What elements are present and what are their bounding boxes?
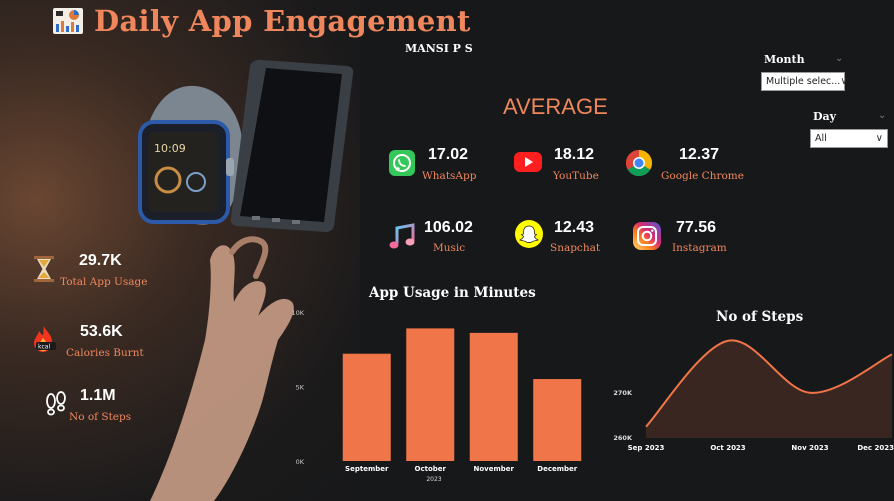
steps-area-chart: 260K 270K Sep 2023 Oct 2023 Nov 2023 Dec 2023	[613, 339, 894, 452]
hourglass-icon	[34, 256, 54, 282]
day-slicer-collapse-icon[interactable]: ⌄	[878, 110, 886, 121]
month-slicer-collapse-icon[interactable]: ⌄	[835, 53, 843, 64]
youtube-label: YouTube	[553, 170, 599, 182]
dashboard-icon	[53, 8, 83, 34]
x-tick-label: Nov 2023	[791, 444, 828, 452]
snapchat-label: Snapchat	[550, 242, 601, 254]
total-app-usage-label: Total App Usage	[60, 276, 148, 288]
y-tick-label: 260K	[613, 434, 633, 442]
chrome-average-value: 12.37	[679, 146, 720, 163]
svg-text:10:09: 10:09	[154, 142, 186, 155]
app-usage-chart-title: App Usage in Minutes	[369, 285, 536, 301]
steps-label: No of Steps	[69, 411, 132, 423]
area-fill	[646, 340, 892, 438]
snapchat-icon	[515, 220, 543, 248]
x-tick-label: Oct 2023	[710, 444, 745, 452]
day-slicer-label: Day	[813, 110, 837, 123]
bar[interactable]	[406, 328, 455, 461]
report-header: Daily App Engagement	[52, 4, 471, 38]
kcal-fire-icon: kcal	[34, 326, 56, 352]
bar[interactable]	[342, 353, 391, 461]
y-tick-label: 0K	[296, 458, 305, 466]
day-slicer-value: All	[815, 133, 827, 144]
snapchat-average-value: 12.43	[554, 219, 595, 236]
instagram-average-value: 77.56	[676, 219, 717, 236]
smartwatch-illustration: 10:09	[138, 85, 242, 225]
youtube-average-value: 18.12	[554, 146, 595, 163]
bar[interactable]	[533, 379, 582, 461]
footsteps-icon	[46, 391, 66, 416]
y-tick-label: 5K	[296, 384, 305, 392]
chevron-down-icon: ∨	[875, 133, 883, 144]
calories-burnt-value: 53.6K	[80, 323, 123, 340]
month-slicer-value: Multiple selec...	[766, 76, 841, 87]
author-name: MANSI P S	[405, 42, 473, 55]
svg-text:kcal: kcal	[38, 344, 50, 351]
day-slicer-dropdown[interactable]: All ∨	[810, 129, 888, 148]
x-tick-label: November	[474, 465, 515, 473]
app-usage-bar-chart: 0K 5K 10K September October November December 2…	[291, 309, 582, 483]
instagram-label: Instagram	[672, 242, 727, 254]
whatsapp-icon	[389, 150, 415, 176]
music-icon	[389, 223, 415, 249]
x-tick-label: Sep 2023	[628, 444, 665, 452]
x-axis-label: 2023	[426, 476, 441, 483]
month-slicer-dropdown[interactable]: Multiple selec... ∨	[761, 72, 848, 91]
calories-burnt-label: Calories Burnt	[66, 347, 144, 359]
bar[interactable]	[469, 332, 518, 461]
whatsapp-average-value: 17.02	[428, 146, 469, 163]
music-label: Music	[433, 242, 466, 254]
y-tick-label: 270K	[613, 389, 633, 397]
x-tick-label: October	[415, 465, 447, 473]
whatsapp-label: WhatsApp	[422, 170, 477, 182]
music-average-value: 106.02	[424, 219, 473, 236]
smartphone-illustration	[230, 59, 354, 232]
x-tick-label: December	[537, 465, 578, 473]
steps-value: 1.1M	[80, 387, 116, 404]
total-app-usage-value: 29.7K	[79, 252, 122, 269]
x-tick-label: Dec 2023	[857, 444, 894, 452]
instagram-icon	[633, 222, 661, 250]
chevron-down-icon: ∨	[840, 76, 848, 87]
x-tick-label: September	[345, 465, 389, 473]
month-slicer-label: Month	[764, 53, 805, 66]
chrome-icon	[625, 149, 653, 177]
youtube-icon	[514, 152, 542, 172]
steps-chart-title: No of Steps	[716, 309, 804, 325]
chrome-label: Google Chrome	[661, 170, 744, 182]
page-title: Daily App Engagement	[94, 4, 471, 38]
average-heading: AVERAGE	[503, 94, 608, 119]
hand-illustration	[150, 236, 294, 501]
y-tick-label: 10K	[291, 309, 304, 317]
